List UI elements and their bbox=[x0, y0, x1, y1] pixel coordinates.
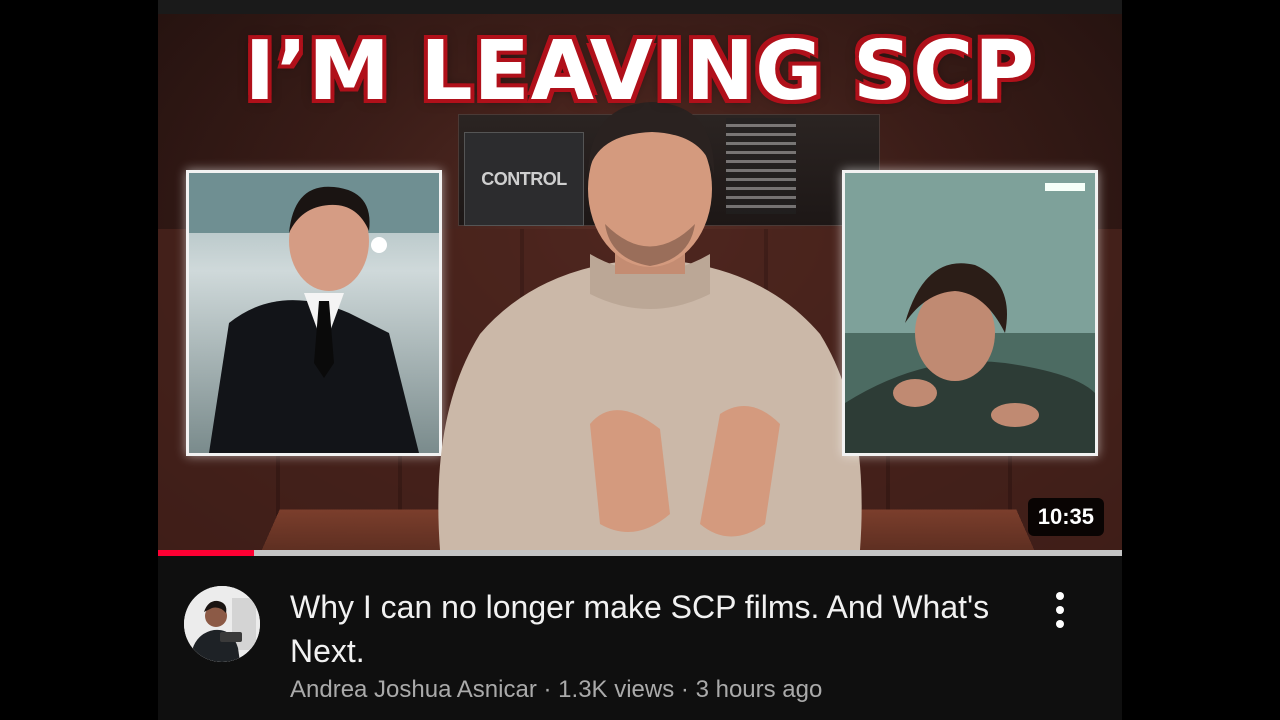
meta-separator: · bbox=[680, 676, 689, 703]
video-card[interactable]: CONTROL I’M LEAVING SCP 10:35 Why I can … bbox=[158, 0, 1122, 720]
view-count: 1.3K views bbox=[558, 676, 675, 703]
thumbnail-title-text: I’M LEAVING SCP bbox=[244, 24, 1036, 119]
meta-separator: · bbox=[543, 676, 552, 703]
video-title[interactable]: Why I can no longer make SCP films. And … bbox=[290, 585, 990, 673]
inset-photo-right bbox=[842, 170, 1098, 456]
more-vertical-icon[interactable] bbox=[1042, 588, 1078, 632]
menu-dot bbox=[1056, 592, 1064, 600]
top-edge bbox=[158, 0, 1122, 14]
avatar-image bbox=[184, 586, 260, 662]
woman-on-floor-illustration bbox=[845, 173, 1095, 453]
menu-dot bbox=[1056, 606, 1064, 614]
video-thumbnail[interactable]: CONTROL I’M LEAVING SCP 10:35 bbox=[158, 14, 1122, 550]
watch-progress-fill bbox=[158, 550, 255, 556]
inset-photo-left bbox=[186, 170, 442, 456]
duration-badge: 10:35 bbox=[1027, 498, 1104, 536]
upload-age: 3 hours ago bbox=[695, 676, 823, 703]
channel-name[interactable]: Andrea Joshua Asnicar bbox=[290, 676, 537, 703]
man-in-suit-illustration bbox=[189, 173, 439, 453]
watch-progress-bar bbox=[158, 550, 1122, 556]
video-meta: Andrea Joshua Asnicar · 1.3K views · 3 h… bbox=[290, 676, 822, 704]
channel-avatar[interactable] bbox=[184, 586, 260, 662]
menu-dot bbox=[1056, 620, 1064, 628]
presenter-figure bbox=[420, 94, 880, 550]
